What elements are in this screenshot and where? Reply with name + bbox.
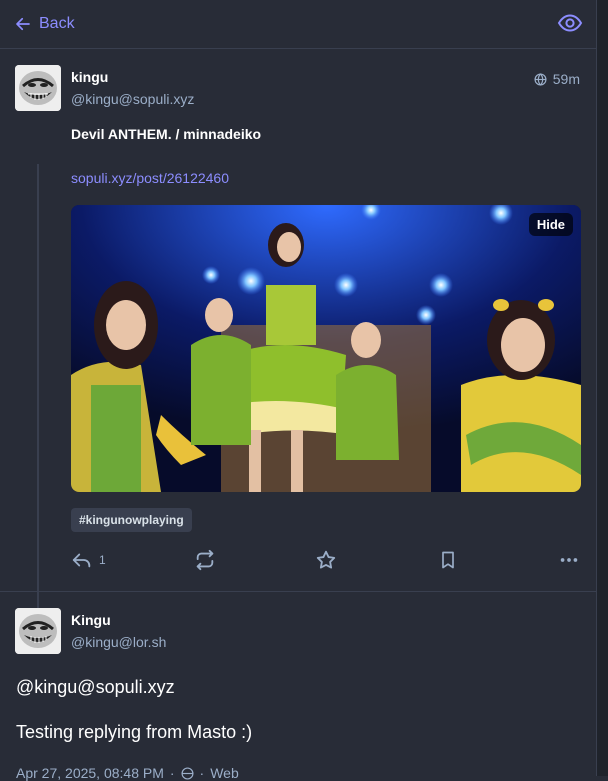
thread-line [37,164,39,640]
display-name[interactable]: kingu [71,69,108,85]
boost-button[interactable] [194,548,216,572]
client-name: Web [210,765,239,781]
scrollbar-track[interactable] [596,0,608,776]
avatar[interactable] [15,65,61,111]
separator-dot: · [199,765,205,781]
post-meta: Apr 27, 2025, 08:48 PM · · Web [16,765,239,781]
reply-icon [72,553,91,568]
status-post[interactable]: kingu @kingu@sopuli.xyz 59m Devil ANTHEM… [0,49,596,640]
bookmark-icon [442,551,454,569]
back-button[interactable]: Back [14,12,75,36]
column-header: Back [0,0,596,49]
separator-dot: · [169,765,175,781]
more-icon [560,558,578,562]
reply-count: 1 [99,553,106,567]
post-text: Devil ANTHEM. / minnadeiko [71,126,262,142]
account-handle[interactable]: @kingu@lor.sh [71,634,166,650]
arrow-left-icon [16,17,30,31]
media-image[interactable]: Hide [71,205,581,492]
reply-text: Testing replying from Masto :) [16,722,253,742]
time-label: 59m [552,71,580,87]
globe-icon [181,766,194,780]
hide-media-button[interactable]: Hide [528,213,573,236]
mention-text[interactable]: @kingu@sopuli.xyz [16,677,175,698]
account-handle[interactable]: @kingu@sopuli.xyz [71,91,194,107]
bookmark-button[interactable] [438,548,458,572]
post-link[interactable]: sopuli.xyz/post/26122460 [71,170,229,186]
display-name[interactable]: Kingu [71,612,111,628]
back-label: Back [39,15,75,32]
reply-button[interactable]: 1 [71,548,106,572]
eye-icon[interactable] [557,11,583,35]
star-icon [316,550,336,569]
reply-post[interactable]: Kingu @kingu@lor.sh @kingu@sopuli.xyz Te… [0,592,596,781]
hashtag-chip[interactable]: #kingunowplaying [71,508,192,532]
globe-icon [534,72,547,86]
post-date[interactable]: Apr 27, 2025, 08:48 PM [16,765,164,781]
more-button[interactable] [558,548,580,572]
avatar[interactable] [15,608,61,654]
concert-photo [71,205,581,492]
status-action-bar: 1 [71,548,581,572]
favourite-button[interactable] [315,548,337,572]
thread-column: Back kingu @kingu@sopuli.xyz 59m Devil A… [0,0,596,781]
timestamp[interactable]: 59m [534,71,580,87]
boost-icon [196,549,214,571]
